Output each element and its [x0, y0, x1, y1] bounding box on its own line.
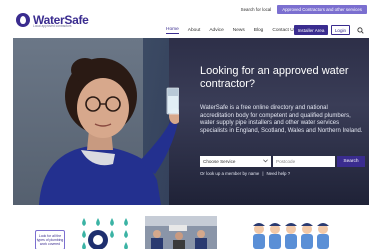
nav-item-home[interactable]: Home: [166, 27, 179, 34]
choose-service-select[interactable]: Choose Service: [200, 156, 271, 167]
hero-links: Or look up a member by name | Need help …: [200, 171, 290, 176]
hero-photo-person-with-glass: [39, 58, 179, 205]
service-search-form: Choose Service Postcode Search: [200, 156, 365, 167]
plumbers-illustration-card[interactable]: [247, 219, 335, 249]
hero-description: WaterSafe is a free online directory and…: [200, 105, 363, 134]
need-help-link[interactable]: Need help ?: [266, 171, 290, 176]
site-header: WaterSafe Local approved contractors Hom…: [13, 8, 369, 38]
nav-item-contact[interactable]: Contact Us: [272, 28, 296, 33]
page-frame: Search for local Approved Contractors an…: [13, 4, 369, 249]
logo-tagline: Local approved contractors: [33, 24, 72, 28]
nav-item-advice[interactable]: Advice: [209, 28, 223, 33]
installer-area-button[interactable]: Installer Area: [294, 25, 328, 35]
search-button[interactable]: Search: [337, 156, 365, 167]
team-photo-card[interactable]: [145, 216, 217, 249]
choose-service-value: Choose Service: [203, 159, 236, 164]
main-nav: Home About Advice News Blog Contact Us: [166, 27, 296, 34]
plumbing-work-card-text: Look for all the types of plumbing work …: [35, 230, 65, 249]
nav-item-about[interactable]: About: [188, 28, 201, 33]
plumbing-work-card[interactable]: Look for all the types of plumbing work …: [35, 216, 131, 249]
postcode-input[interactable]: Postcode: [273, 156, 335, 167]
chevron-down-icon: [263, 159, 268, 164]
link-separator: |: [262, 171, 264, 176]
nav-item-news[interactable]: News: [233, 28, 245, 33]
hero-title: Looking for an approved water contractor…: [200, 65, 349, 90]
water-drops-illustration: [82, 218, 128, 249]
water-drop-logo-icon: [16, 13, 30, 27]
nav-item-blog[interactable]: Blog: [254, 28, 264, 33]
lookup-member-link[interactable]: Or look up a member by name: [200, 171, 259, 176]
hero-banner: Looking for an approved water contractor…: [13, 38, 369, 205]
search-icon[interactable]: [355, 25, 365, 35]
feature-cards: Look for all the types of plumbing work …: [13, 205, 369, 249]
login-button[interactable]: Login: [331, 25, 350, 35]
